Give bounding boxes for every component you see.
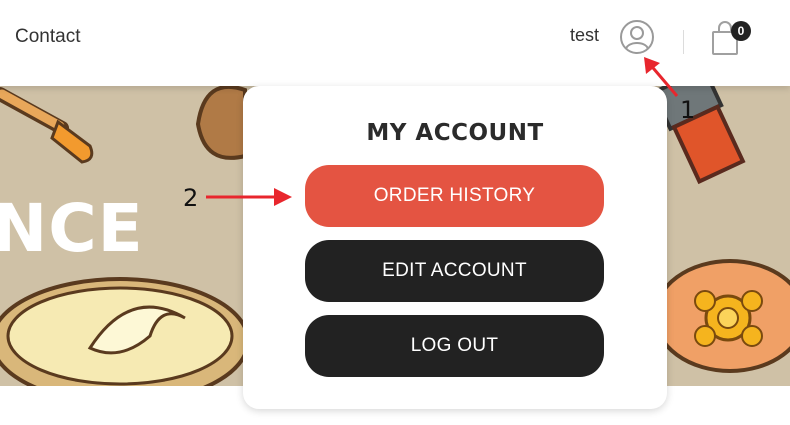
banner-heading: NCE [0, 190, 144, 267]
account-dropdown-menu: MY ACCOUNT ORDER HISTORY EDIT ACCOUNT LO… [243, 86, 667, 409]
log-out-button[interactable]: LOG OUT [305, 315, 604, 377]
header-divider [683, 30, 684, 54]
nav-link-contact[interactable]: Contact [15, 26, 80, 48]
order-history-button[interactable]: ORDER HISTORY [305, 165, 604, 227]
username-label: test [570, 25, 600, 45]
cart-count-badge: 0 [731, 21, 751, 41]
site-header: Contact test 0 [0, 0, 790, 86]
dropdown-title: MY ACCOUNT [366, 120, 544, 146]
user-account-icon[interactable] [619, 19, 655, 55]
edit-account-button[interactable]: EDIT ACCOUNT [305, 240, 604, 302]
